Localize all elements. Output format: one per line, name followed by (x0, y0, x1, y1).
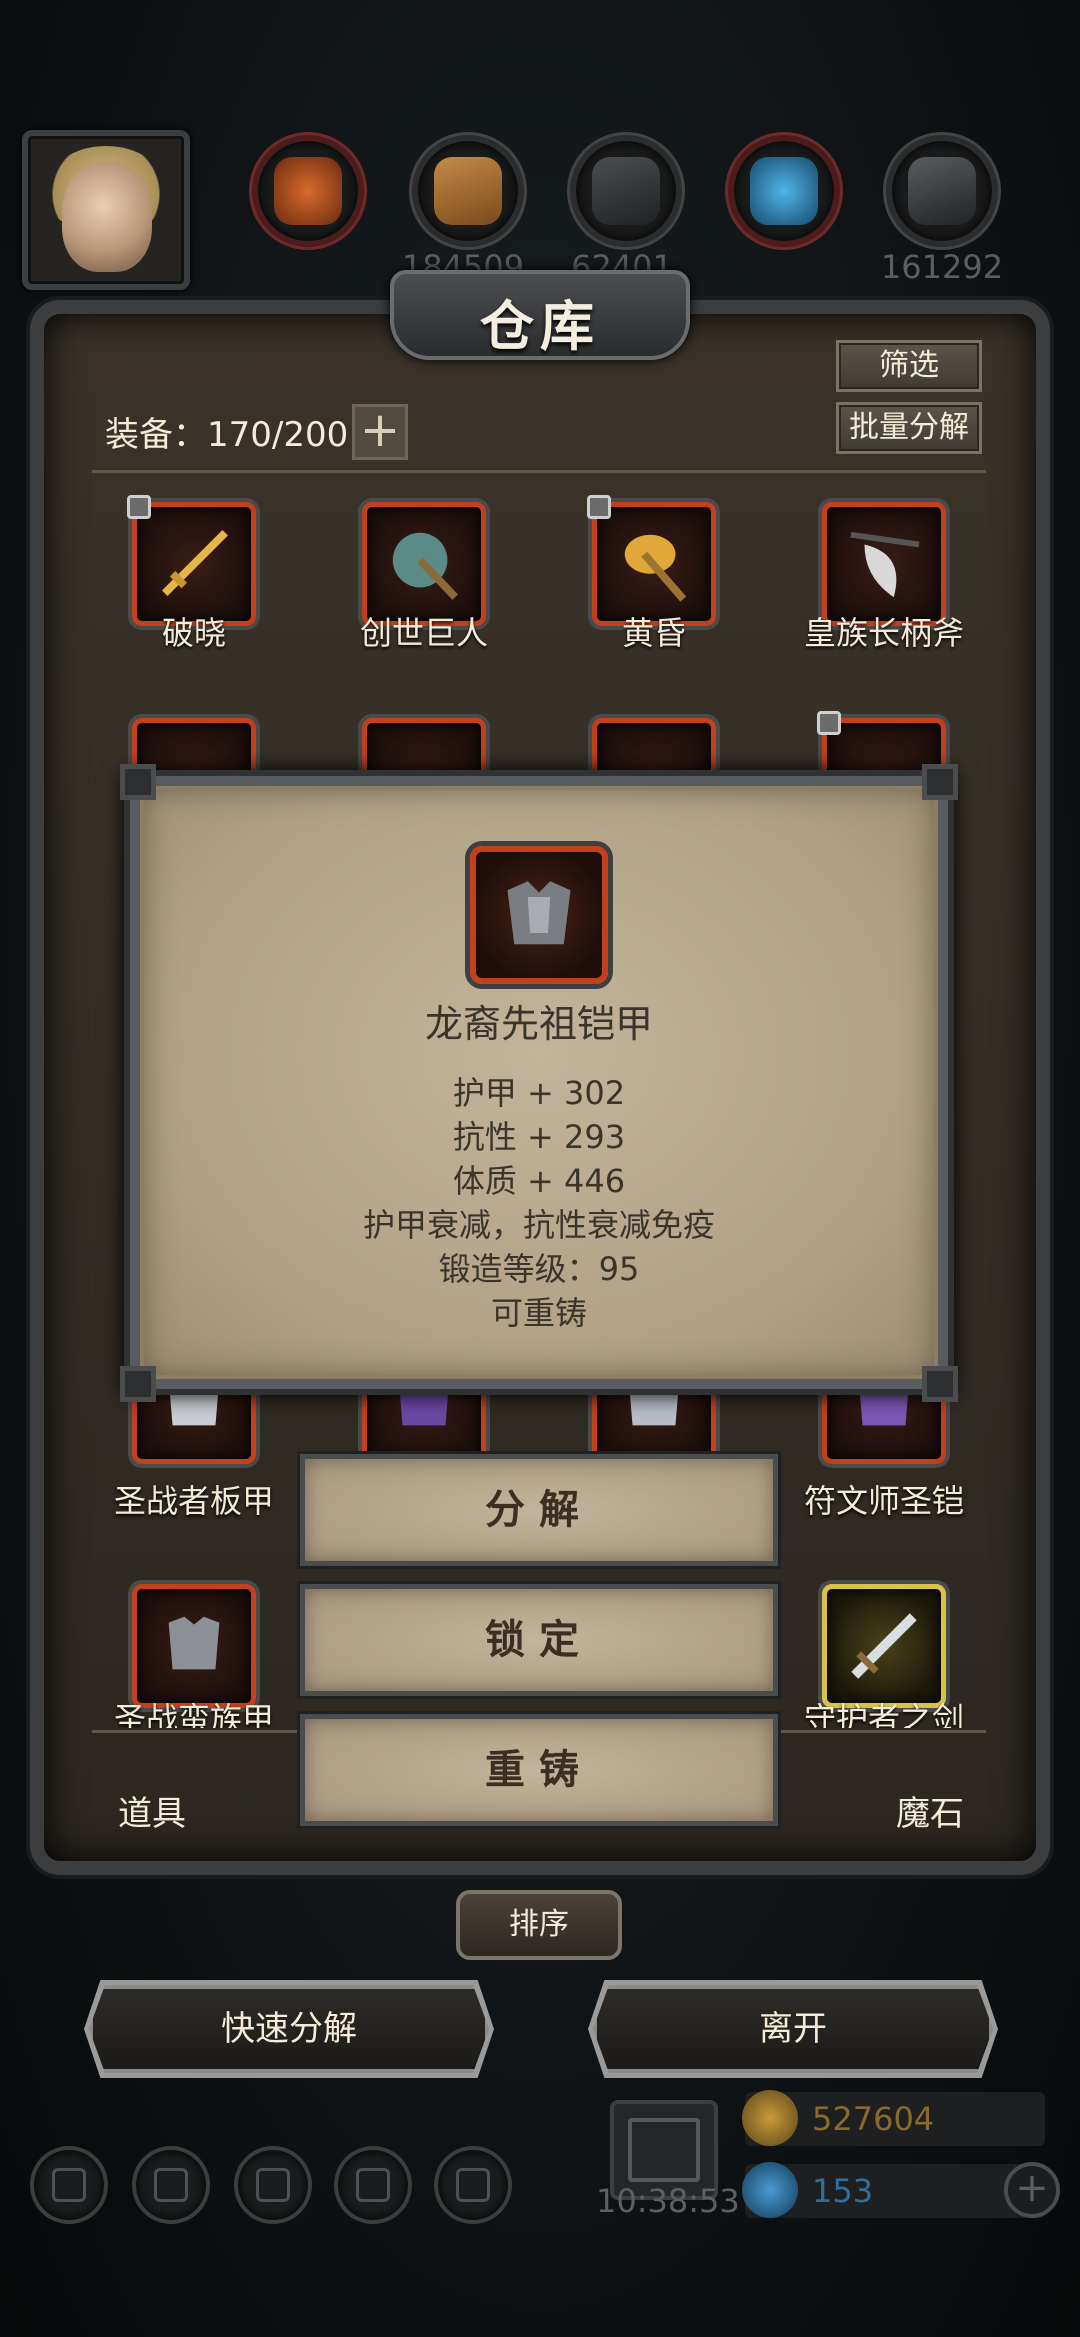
popup-corner (120, 1366, 156, 1402)
top-divider (92, 470, 986, 473)
item-label: 圣战蛮族甲 (113, 1700, 274, 1728)
shop-icon[interactable] (434, 2146, 512, 2224)
add-currency-button[interactable]: + (1004, 2162, 1060, 2218)
popup-corner (922, 1366, 958, 1402)
hero-icon[interactable] (132, 2146, 210, 2224)
sword-icon (851, 1613, 917, 1679)
dismantle-button[interactable]: 分解 (300, 1454, 778, 1566)
quick-dismantle-button[interactable]: 快速分解 (89, 1985, 489, 2073)
iron-resource-icon[interactable] (570, 135, 682, 247)
mail-icon[interactable] (334, 2146, 412, 2224)
steel-resource-icon[interactable] (886, 135, 998, 247)
item-image (470, 846, 608, 984)
wood-resource-icon[interactable] (412, 135, 524, 247)
axe-icon (392, 532, 459, 600)
stat-immunity: 护甲衰减，抗性衰减免疫 (362, 1206, 715, 1244)
item-slot-guardian-sword[interactable] (822, 1584, 946, 1708)
item-label: 符文师圣铠 (803, 1482, 964, 1520)
player-avatar[interactable] (22, 130, 190, 290)
crystal-resource-icon[interactable] (728, 135, 840, 247)
avatar-face (62, 162, 152, 272)
stat-constitution: 体质 + 446 (452, 1162, 626, 1200)
meat-resource-icon[interactable] (252, 135, 364, 247)
popup-corner (120, 764, 156, 800)
item-label: 皇族长柄斧 (803, 614, 964, 652)
lock-icon (817, 711, 841, 735)
lock-icon (587, 495, 611, 519)
armor-icon (168, 1616, 220, 1670)
lock-button[interactable]: 锁定 (300, 1584, 778, 1696)
item-label: 破晓 (161, 614, 226, 652)
item-label: 创世巨人 (359, 614, 488, 652)
page-title: 仓库 (480, 294, 600, 358)
sort-button[interactable]: 排序 (456, 1890, 622, 1960)
gift-timer: 10:38:53 (596, 2182, 740, 2220)
reforge-button[interactable]: 重铸 (300, 1714, 778, 1826)
steel-count: 161292 (880, 248, 1004, 286)
lock-icon (127, 495, 151, 519)
stat-resistance: 抗性 + 293 (452, 1118, 626, 1156)
leave-button[interactable]: 离开 (593, 1985, 993, 2073)
stat-forge-level: 锻造等级：95 (438, 1250, 640, 1288)
sword-icon (161, 530, 228, 597)
popup-corner (922, 764, 958, 800)
settings-icon[interactable] (30, 2146, 108, 2224)
gold-icon (742, 2090, 798, 2146)
stat-reforgeable: 可重铸 (490, 1294, 587, 1332)
expand-capacity-button[interactable]: + (352, 404, 408, 460)
tab-items[interactable]: 道具 (118, 1786, 186, 1835)
item-label: 守护者之剑 (803, 1700, 964, 1728)
stat-armor: 护甲 + 302 (452, 1074, 626, 1112)
halberd-icon (850, 531, 920, 598)
item-label: 圣战者板甲 (113, 1482, 274, 1520)
gem-icon (742, 2162, 798, 2218)
equip-count: 装备：170/200 (105, 415, 349, 455)
filter-button[interactable]: 筛选 (836, 340, 982, 392)
item-name: 龙裔先祖铠甲 (424, 1002, 653, 1046)
item-label: 黄昏 (621, 614, 686, 652)
gold-amount: 527604 (812, 2100, 935, 2138)
item-slot-crusader-barbarian[interactable] (132, 1584, 256, 1708)
batch-dismantle-button[interactable]: 批量分解 (836, 402, 982, 454)
axe-icon (624, 534, 687, 602)
armor-icon (507, 881, 571, 945)
tab-magic-stones[interactable]: 魔石 (896, 1786, 964, 1835)
guild-icon[interactable] (234, 2146, 312, 2224)
gem-amount: 153 (812, 2172, 874, 2210)
